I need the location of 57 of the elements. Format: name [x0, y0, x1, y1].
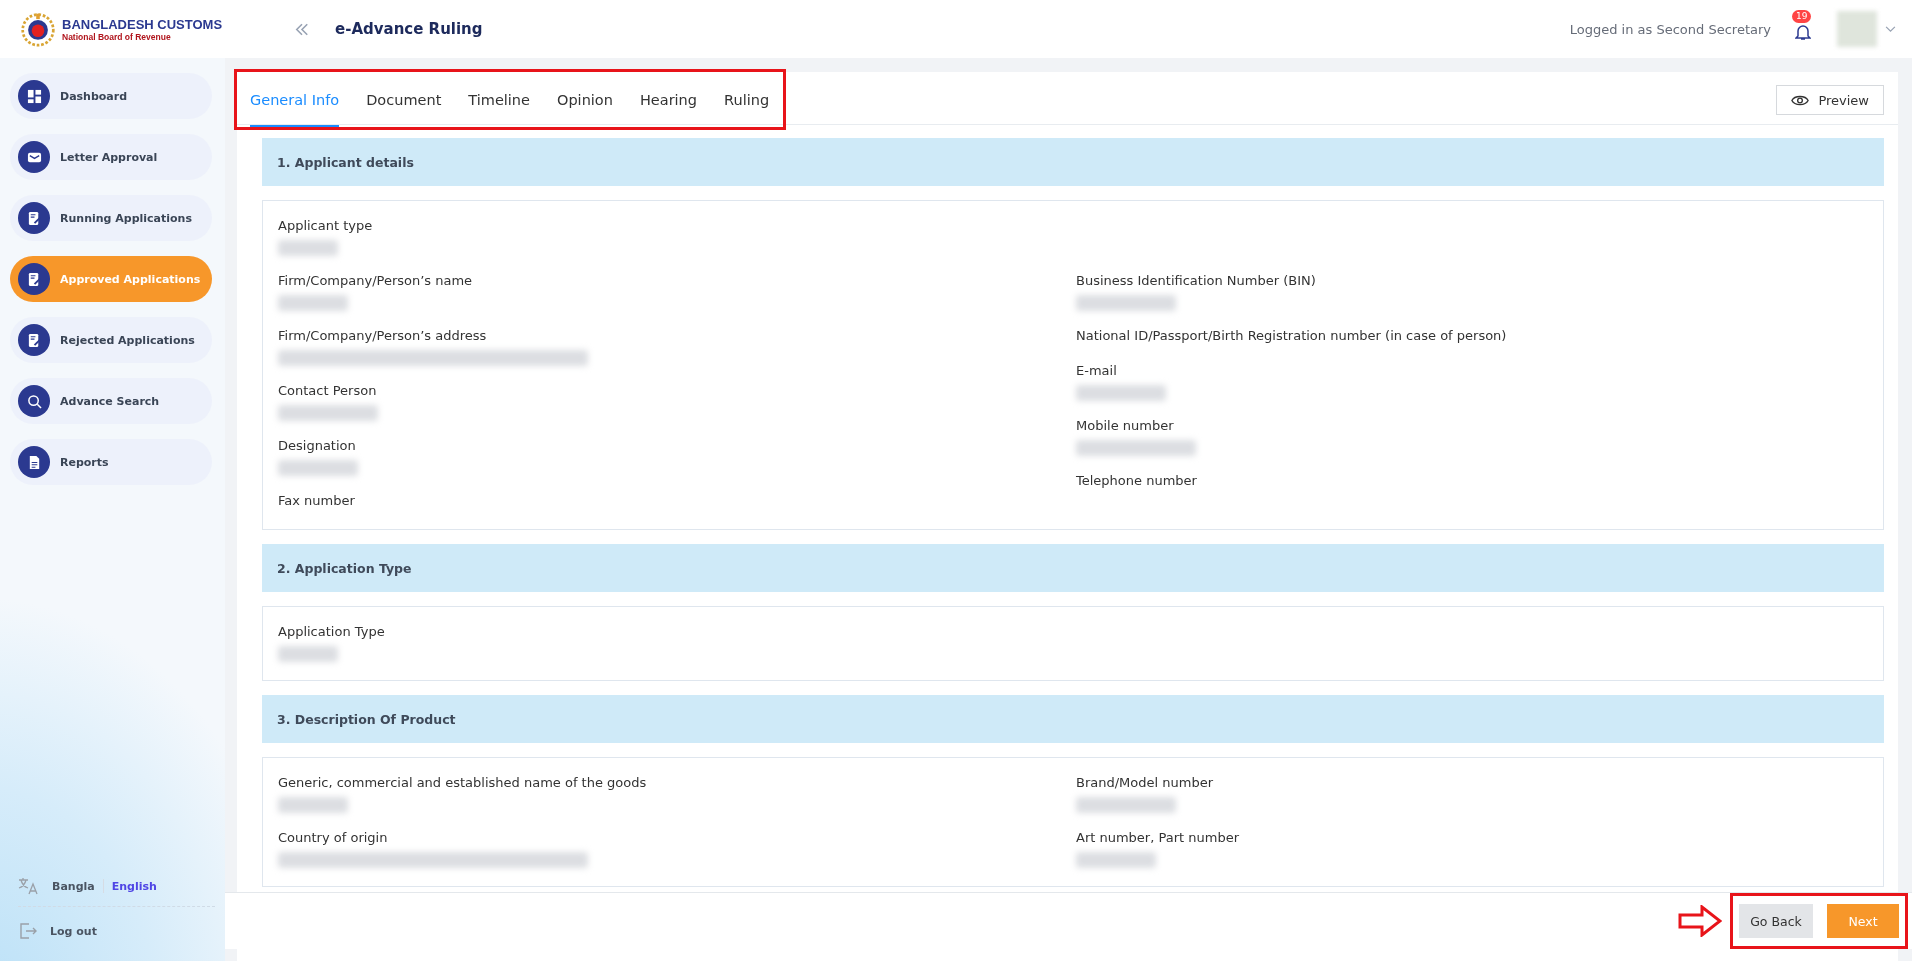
notification-badge: 19 [1792, 10, 1812, 23]
sidebar-item[interactable]: Rejected Applications [10, 317, 212, 363]
section-header: 2. Application Type [262, 544, 1884, 592]
preview-button[interactable]: Preview [1776, 85, 1884, 115]
redacted-value [278, 240, 338, 256]
arrow-icon [1678, 905, 1722, 937]
sidebar-item[interactable]: Advance Search [10, 378, 212, 424]
field-label: Applicant type [278, 217, 374, 235]
field-label: Telephone number [1076, 472, 1198, 490]
logout-link[interactable]: Log out [50, 924, 97, 938]
section-header: 1. Applicant details [262, 138, 1884, 186]
notification-bell-icon[interactable] [1795, 23, 1811, 41]
field-label: Generic, commercial and established name of the goods [278, 774, 648, 792]
field-label: Designation [278, 437, 357, 455]
field-label: Fax number [278, 492, 356, 510]
user-status: Logged in as Second Secretary [1569, 21, 1771, 37]
language-option[interactable]: Bangla [52, 879, 95, 893]
field-label: Contact Person [278, 382, 378, 400]
field-label: Brand/Model number [1076, 774, 1214, 792]
field-label: Country of origin [278, 829, 389, 847]
translate-icon [18, 876, 38, 896]
logo-title: BANGLADESH CUSTOMS [62, 16, 223, 32]
logo-subtitle: National Board of Revenue [62, 31, 172, 42]
redacted-value [278, 797, 348, 813]
field-label: Mobile number [1076, 417, 1175, 435]
redacted-value [278, 646, 338, 662]
section-header: 3. Description Of Product [262, 695, 1884, 743]
page-title: e-Advance Ruling [335, 20, 483, 38]
tab[interactable]: Timeline [468, 72, 530, 127]
field-label: E-mail [1076, 362, 1118, 380]
field-label: Application Type [278, 623, 386, 641]
customs-emblem-icon [20, 11, 56, 47]
field-label: National ID/Passport/Birth Registration number (in case of person) [1076, 327, 1508, 345]
field-label: Business Identification Number (BIN) [1076, 272, 1317, 290]
logout-icon[interactable] [18, 921, 38, 941]
tab[interactable]: Opinion [557, 72, 613, 127]
tab[interactable]: Document [366, 72, 442, 127]
field-label: Art number, Part number [1076, 829, 1240, 847]
document-edit-icon [26, 210, 42, 226]
dashboard-icon [26, 88, 42, 104]
document-edit-icon [26, 271, 42, 287]
field-label: Firm/Company/Person’s address [278, 327, 488, 345]
language-option[interactable]: English [111, 879, 157, 893]
sidebar-item[interactable]: Dashboard [10, 73, 212, 119]
redacted-value [278, 295, 348, 311]
tab[interactable]: Hearing [639, 72, 697, 127]
search-icon [26, 393, 42, 409]
sidebar-item[interactable]: Reports [10, 439, 212, 485]
sidebar-item[interactable]: Running Applications [10, 195, 212, 241]
chevron-down-icon[interactable] [1885, 25, 1896, 33]
collapse-sidebar-icon[interactable] [295, 22, 309, 36]
document-edit-icon [26, 332, 42, 348]
footer-button[interactable]: Go Back [1739, 904, 1813, 938]
eye-icon [1791, 93, 1810, 107]
sidebar-item[interactable]: Letter Approval [10, 134, 212, 180]
tab[interactable]: Ruling [724, 72, 770, 127]
field-label: Firm/Company/Person’s name [278, 272, 474, 290]
